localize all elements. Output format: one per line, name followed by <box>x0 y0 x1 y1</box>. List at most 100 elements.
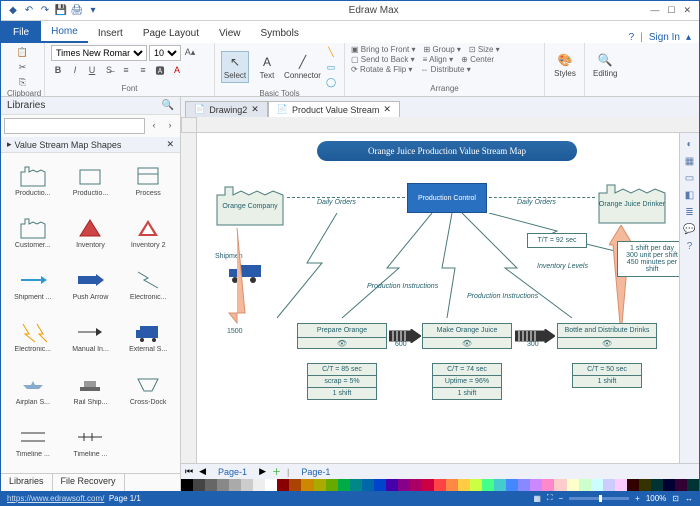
tab-view[interactable]: View <box>209 24 251 43</box>
process-1[interactable]: Prepare Orange👁 <box>297 323 387 349</box>
qat-more-icon[interactable]: ▾ <box>87 5 99 17</box>
color-swatch[interactable] <box>338 479 350 491</box>
shape-5[interactable]: Inventory 2 <box>120 209 176 255</box>
minimize-icon[interactable]: — <box>650 5 659 16</box>
panel-help-icon[interactable]: ? <box>683 239 697 253</box>
color-swatch[interactable] <box>579 479 591 491</box>
color-swatch[interactable] <box>229 479 241 491</box>
color-swatch[interactable] <box>241 479 253 491</box>
tab-insert[interactable]: Insert <box>88 24 133 43</box>
close-icon[interactable]: ✕ <box>683 5 691 16</box>
panel-shadow-icon[interactable]: ◧ <box>683 188 697 202</box>
color-swatch[interactable] <box>603 479 615 491</box>
shape-2[interactable]: Process <box>120 157 176 203</box>
size-btn[interactable]: ⊡ Size ▾ <box>469 45 500 54</box>
font-size-select[interactable]: 10 <box>149 45 181 61</box>
bullets-icon[interactable]: ≡ <box>119 63 133 77</box>
color-swatch[interactable] <box>374 479 386 491</box>
distribute-btn[interactable]: ⇔ Distribute ▾ <box>420 65 470 74</box>
panel-line-icon[interactable]: ▭ <box>683 171 697 185</box>
fit-page-icon[interactable]: ⊡ <box>672 494 679 503</box>
process-3[interactable]: Bottle and Distribute Drinks👁 <box>557 323 657 349</box>
align-btn[interactable]: ≡ Align ▾ <box>423 55 454 64</box>
rect-icon[interactable]: ▭ <box>324 60 338 74</box>
lib-chevron-left-icon[interactable]: ‹ <box>147 118 161 132</box>
file-tab[interactable]: File <box>1 21 41 43</box>
color-swatch[interactable] <box>289 479 301 491</box>
tab-pagelayout[interactable]: Page Layout <box>133 24 209 43</box>
color-swatch[interactable] <box>506 479 518 491</box>
zoom-slider[interactable] <box>569 497 629 500</box>
collapse-ribbon-icon[interactable]: ▴ <box>686 32 691 43</box>
side-tab-libraries[interactable]: Libraries <box>1 474 53 491</box>
strike-icon[interactable]: S̶ <box>102 63 116 77</box>
text-tool[interactable]: AText <box>253 52 281 82</box>
color-swatch[interactable] <box>314 479 326 491</box>
select-tool[interactable]: ↖Select <box>221 51 249 83</box>
editing-btn[interactable]: 🔍Editing <box>591 50 619 80</box>
redo-icon[interactable]: ↷ <box>39 5 51 17</box>
highlight-icon[interactable]: 🅰 <box>153 63 167 77</box>
lib-search-input[interactable] <box>4 118 145 134</box>
color-swatch[interactable] <box>591 479 603 491</box>
shape-13[interactable]: Rail Ship... <box>63 366 119 412</box>
lib-close-icon[interactable]: ✕ <box>166 139 174 150</box>
color-swatch[interactable] <box>350 479 362 491</box>
tab-symbols[interactable]: Symbols <box>251 24 309 43</box>
databox-3[interactable]: C/T = 50 sec1 shift <box>572 363 642 388</box>
page-add-icon[interactable]: ＋ <box>272 465 281 478</box>
process-2[interactable]: Make Orange Juice👁 <box>422 323 512 349</box>
color-swatch[interactable] <box>663 479 675 491</box>
color-swatch[interactable] <box>518 479 530 491</box>
shape-3[interactable]: Customer... <box>5 209 61 255</box>
send-back-btn[interactable]: ▢ Send to Back ▾ <box>351 55 415 64</box>
drawing-canvas[interactable]: Orange Juice Production Value Stream Map… <box>197 133 679 463</box>
grow-font-icon[interactable]: A▴ <box>183 45 197 59</box>
panel-layer-icon[interactable]: ≣ <box>683 205 697 219</box>
line-icon[interactable]: ╲ <box>324 45 338 59</box>
production-control[interactable]: Production Control <box>407 183 487 213</box>
databox-1[interactable]: C/T = 85 secscrap = 5%1 shift <box>307 363 377 400</box>
color-swatch[interactable] <box>193 479 205 491</box>
shift-note[interactable]: 1 shift per day 300 unit per shift 450 m… <box>617 241 679 277</box>
color-swatch[interactable] <box>362 479 374 491</box>
shape-14[interactable]: Cross-Dock <box>120 366 176 412</box>
signin-link[interactable]: Sign In <box>649 32 680 43</box>
center-btn[interactable]: ⊕ Center <box>461 55 494 64</box>
font-name-select[interactable]: Times New Roman <box>51 45 147 61</box>
rotate-btn[interactable]: ⟳ Rotate & Flip ▾ <box>351 65 412 74</box>
bold-icon[interactable]: B <box>51 63 65 77</box>
color-swatch[interactable] <box>446 479 458 491</box>
shape-0[interactable]: Productio... <box>5 157 61 203</box>
color-swatch[interactable] <box>554 479 566 491</box>
color-swatch[interactable] <box>675 479 687 491</box>
lib-search-icon[interactable]: 🔍 <box>162 100 174 111</box>
color-swatch[interactable] <box>470 479 482 491</box>
color-swatch[interactable] <box>434 479 446 491</box>
color-swatch[interactable] <box>639 479 651 491</box>
color-swatch[interactable] <box>205 479 217 491</box>
color-swatch[interactable] <box>627 479 639 491</box>
panel-theme-icon[interactable]: ◐ <box>683 137 697 151</box>
color-swatch[interactable] <box>277 479 289 491</box>
color-swatch[interactable] <box>542 479 554 491</box>
color-swatch[interactable] <box>386 479 398 491</box>
doc-tab-2[interactable]: 📄 Product Value Stream ✕ <box>268 101 400 117</box>
save-icon[interactable]: 💾 <box>55 5 67 17</box>
color-swatch[interactable] <box>458 479 470 491</box>
databox-2[interactable]: C/T = 74 secUptime = 96%1 shift <box>432 363 502 400</box>
status-url[interactable]: https://www.edrawsoft.com/ <box>7 494 104 503</box>
print-icon[interactable]: 🖨 <box>71 5 83 17</box>
page-tab-1[interactable]: Page-1 <box>212 467 253 477</box>
ellipse-icon[interactable]: ◯ <box>324 75 338 89</box>
color-swatch[interactable] <box>651 479 663 491</box>
shape-16[interactable]: Timeline ... <box>63 419 119 465</box>
page-tab-1b[interactable]: Page-1 <box>295 467 336 477</box>
bring-front-btn[interactable]: ▣ Bring to Front ▾ <box>351 45 416 54</box>
page-next-icon[interactable]: ▶ <box>259 466 266 477</box>
font-color-icon[interactable]: A <box>170 63 184 77</box>
zoom-in-icon[interactable]: + <box>635 494 640 503</box>
side-tab-recovery[interactable]: File Recovery <box>53 474 125 491</box>
group-btn[interactable]: ⊞ Group ▾ <box>424 45 461 54</box>
color-swatch[interactable] <box>482 479 494 491</box>
